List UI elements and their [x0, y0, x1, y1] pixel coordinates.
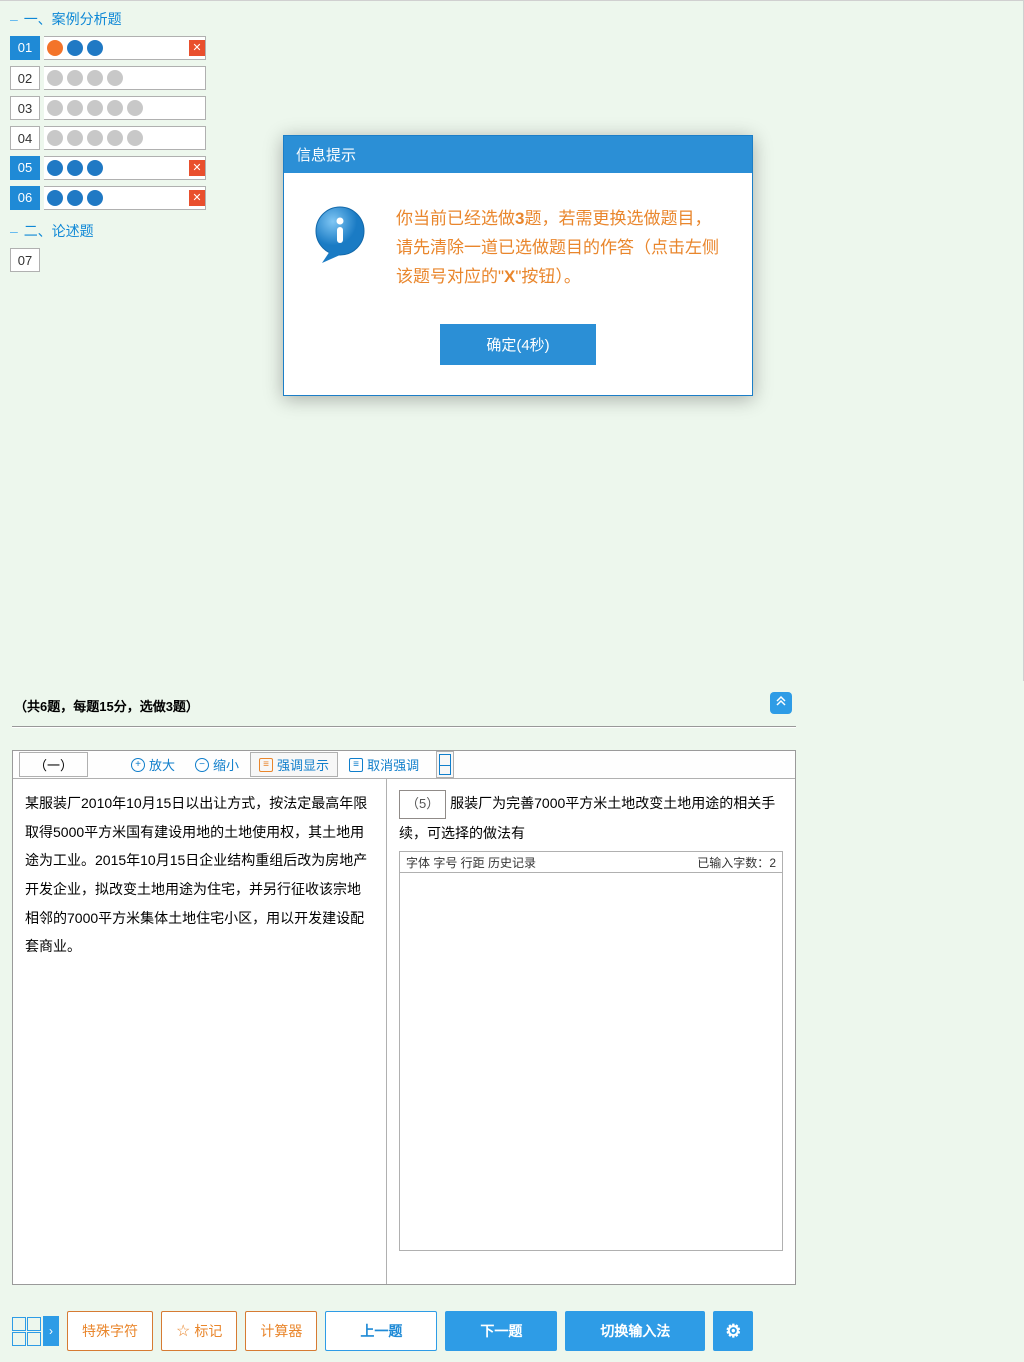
chevron-right-icon: › [43, 1316, 59, 1346]
modal-message: 你当前已经选做3题，若需更换选做题目，请先清除一道已选做题目的作答（点击左侧该题… [396, 205, 724, 292]
settings-button[interactable]: ⚙ [713, 1311, 753, 1351]
content-toolbar: （一） +放大 −缩小 ≡强调显示 ≡取消强调 [13, 751, 795, 779]
confirm-button[interactable]: 确定(4秒) [440, 324, 595, 365]
format-controls[interactable]: 字体 字号 行距 历史记录 [406, 854, 536, 871]
ime-button[interactable]: 切换输入法 [565, 1311, 705, 1351]
highlight-button[interactable]: ≡强调显示 [250, 752, 338, 777]
mark-button[interactable]: ☆标记 [161, 1311, 237, 1351]
char-count: 已输入字数：2 [697, 854, 776, 871]
part-label: （一） [19, 752, 88, 777]
content-area: （一） +放大 −缩小 ≡强调显示 ≡取消强调 某服装厂2010年10月15日以… [12, 750, 796, 1285]
answer-pane: （5） 服装厂为完善7000平方米土地改变土地用途的相关手续，可选择的做法有 字… [387, 779, 795, 1284]
question-text: （5） 服装厂为完善7000平方米土地改变土地用途的相关手续，可选择的做法有 [399, 789, 783, 847]
passage-pane: 某服装厂2010年10月15日以出让方式，按法定最高年限取得5000平方米国有建… [13, 779, 387, 1284]
main: （共6题，每题15分，选做3题） （一） +放大 −缩小 ≡强调显示 ≡取消强调… [0, 682, 808, 1362]
star-icon: ☆ [176, 1321, 190, 1341]
zoom-in-button[interactable]: +放大 [122, 752, 184, 777]
collapse-icon[interactable] [770, 692, 792, 714]
footer: › 特殊字符 ☆标记 计算器 上一题 下一题 切换输入法 ⚙ [0, 1299, 808, 1362]
passage-text: 某服装厂2010年10月15日以出让方式，按法定最高年限取得5000平方米国有建… [25, 789, 374, 961]
prev-button[interactable]: 上一题 [325, 1311, 437, 1351]
zoom-out-button[interactable]: −缩小 [186, 752, 248, 777]
next-button[interactable]: 下一题 [445, 1311, 557, 1351]
instruction-bar: （共6题，每题15分，选做3题） [0, 682, 808, 726]
calculator-button[interactable]: 计算器 [245, 1311, 317, 1351]
unhighlight-button[interactable]: ≡取消强调 [340, 752, 428, 777]
modal-title: 信息提示 [284, 136, 752, 173]
answer-textarea[interactable] [399, 873, 783, 1251]
gear-icon: ⚙ [725, 1321, 741, 1342]
special-chars-button[interactable]: 特殊字符 [67, 1311, 153, 1351]
question-number-label: （5） [399, 790, 446, 819]
nav-grid-button[interactable]: › [12, 1316, 59, 1346]
split-view-icon[interactable] [436, 751, 454, 778]
modal-overlay: 信息提示 你当前已经选做3题，若需更换选做题目，请先清除一道已选做题目的作答（点… [0, 1, 1023, 681]
info-modal: 信息提示 你当前已经选做3题，若需更换选做题目，请先清除一道已选做题目的作答（点… [283, 135, 753, 396]
answer-toolbar: 字体 字号 行距 历史记录 已输入字数：2 [399, 851, 783, 873]
info-icon [312, 205, 374, 272]
